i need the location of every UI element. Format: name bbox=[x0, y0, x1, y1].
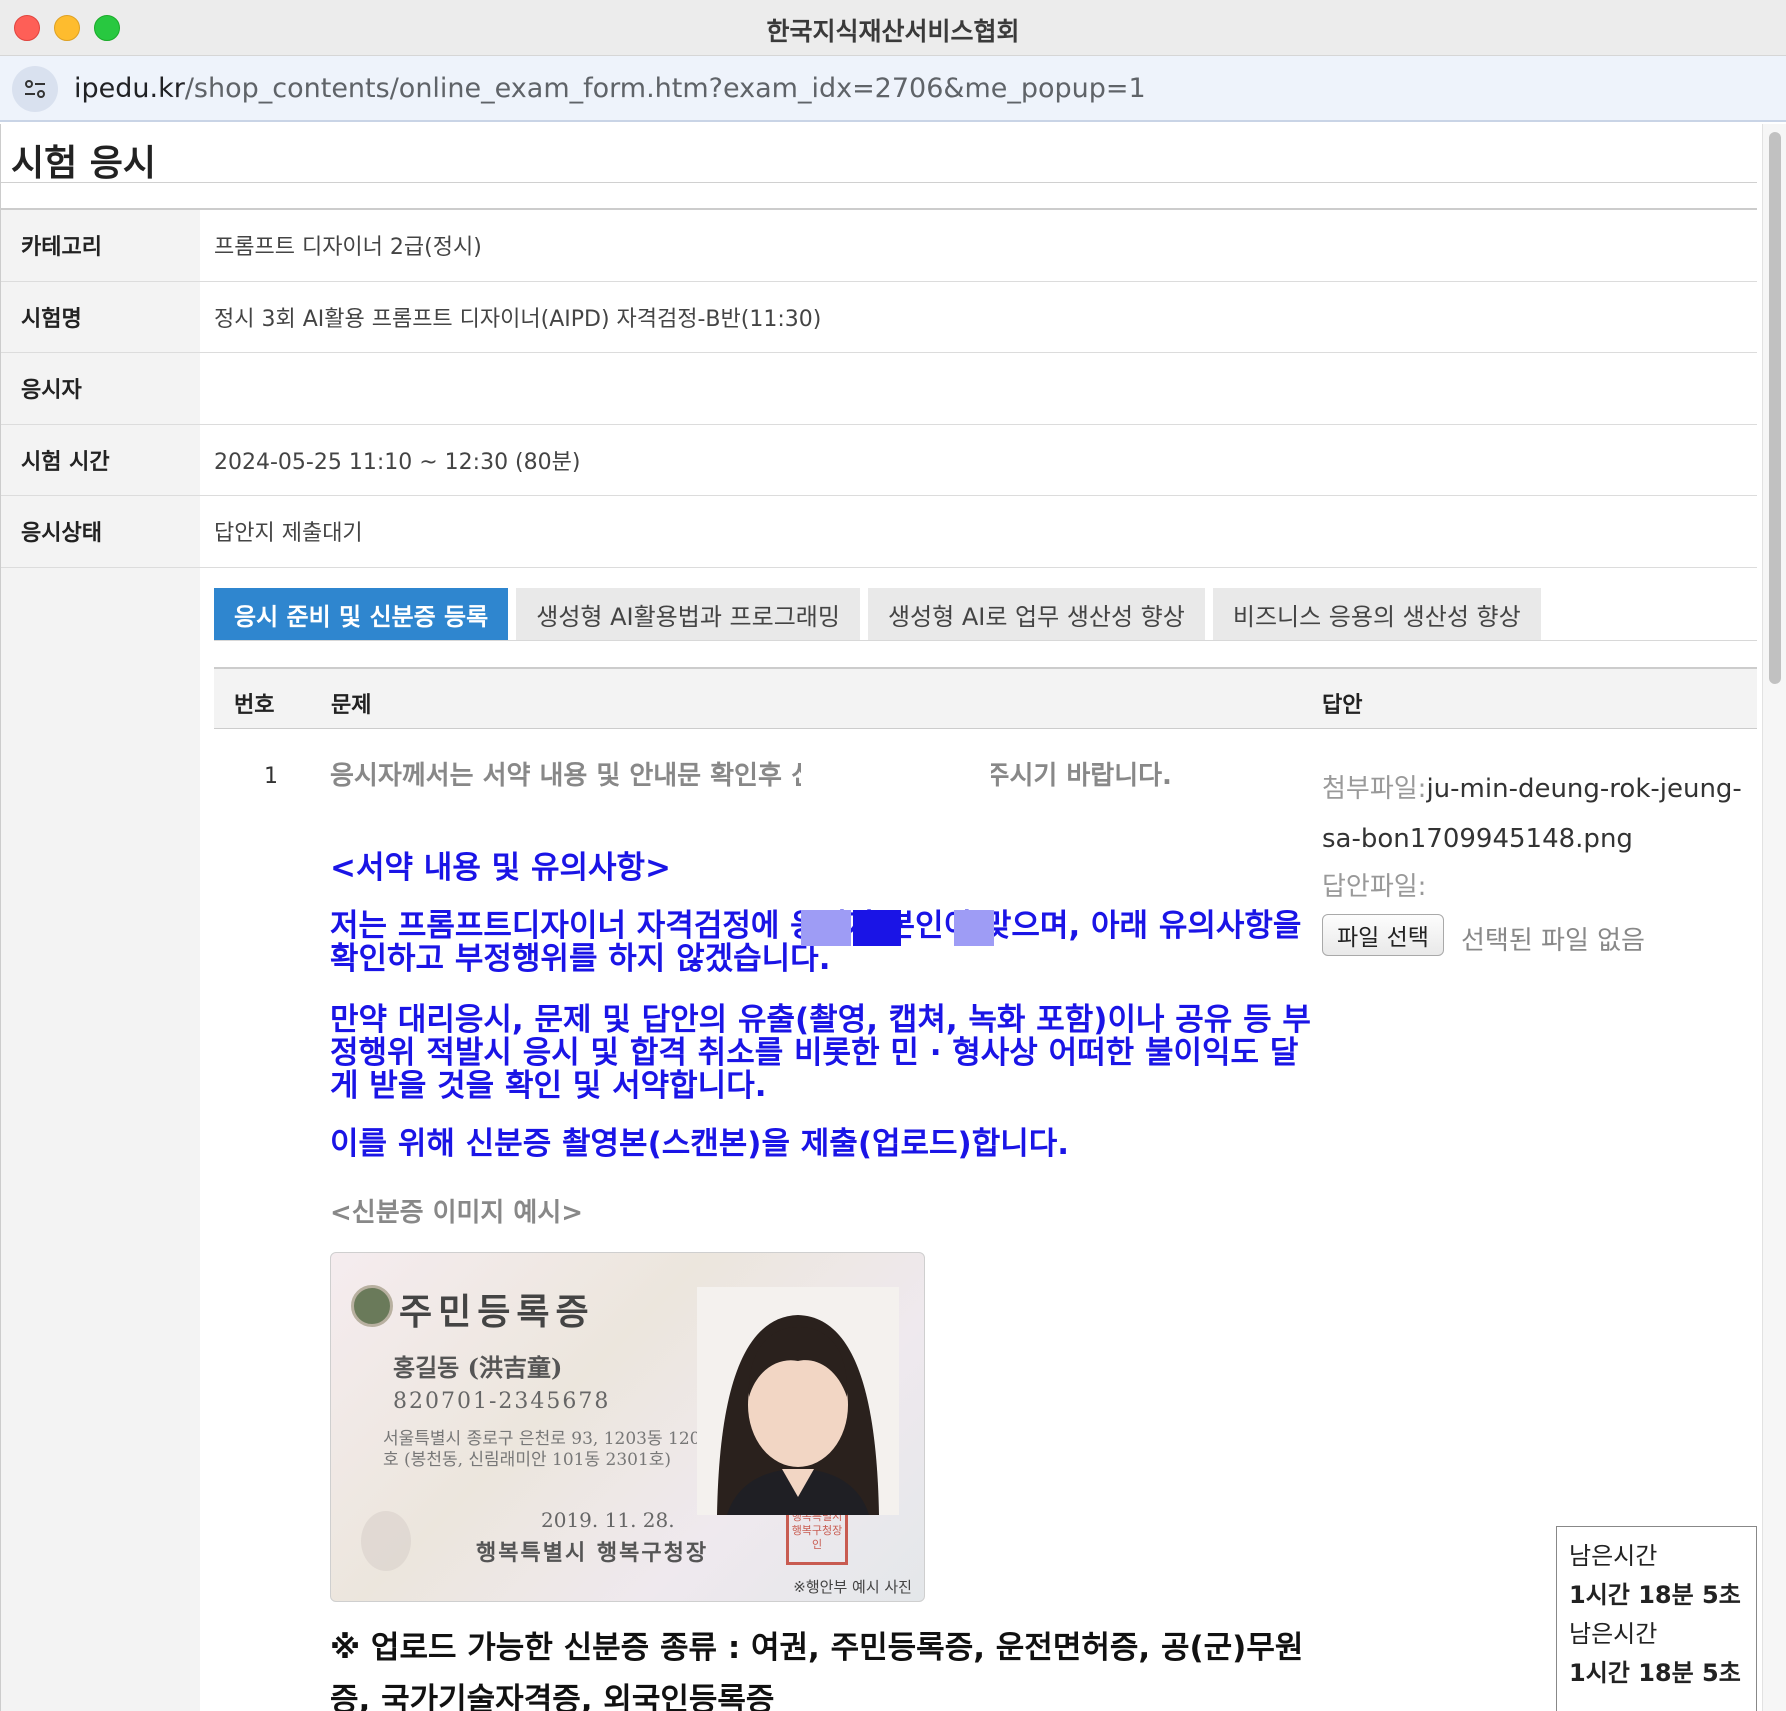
question-table-header: 번호 문제 답안 bbox=[214, 667, 1757, 729]
tab-ai-programming[interactable]: 생성형 AI활용법과 프로그래밍 bbox=[516, 588, 860, 640]
pledge-title: <서약 내용 및 유의사항> bbox=[330, 850, 672, 886]
info-value: 정시 3회 AI활용 프롬프트 디자이너(AIPD) 자격검정-B반(11:30… bbox=[214, 306, 822, 332]
redaction-overlay bbox=[801, 910, 851, 946]
info-value bbox=[200, 353, 1757, 424]
attached-file-label: 첨부파일: bbox=[1322, 774, 1427, 804]
remaining-time-label: 남은시간 bbox=[1569, 1620, 1658, 1648]
remaining-time-label: 남은시간 bbox=[1569, 1542, 1658, 1570]
info-row-examinee: 응시자 bbox=[1, 353, 1757, 425]
id-card-portrait-photo bbox=[697, 1287, 899, 1515]
section-tabs: 응시 준비 및 신분증 등록 생성형 AI활용법과 프로그래밍 생성형 AI로 … bbox=[214, 588, 1541, 640]
title-divider bbox=[1, 182, 1757, 183]
exam-info-table: 카테고리 프롬프트 디자이너 2급(정시) 시험명 정시 3회 AI활용 프롬프… bbox=[1, 208, 1757, 568]
id-card-number: 820701-2345678 bbox=[393, 1389, 611, 1414]
url-path: /shop_contents/online_exam_form.htm?exam… bbox=[184, 73, 1146, 104]
id-card-title: 주민등록증 bbox=[399, 1291, 595, 1333]
page-content: 시험 응시 카테고리 프롬프트 디자이너 2급(정시) 시험명 정시 3회 AI… bbox=[0, 124, 1762, 1711]
info-value: 2024-05-25 11:10 ~ 12:30 (80분) bbox=[214, 449, 581, 475]
remaining-time-value: 1시간 18분 5초 bbox=[1569, 1581, 1741, 1609]
info-label: 카테고리 bbox=[1, 210, 200, 281]
window-titlebar: 한국지식재산서비스협회 bbox=[0, 0, 1786, 56]
id-example-caption: <신분증 이미지 예시> bbox=[330, 1198, 584, 1228]
url-host: ipedu.kr bbox=[74, 73, 185, 104]
site-settings-icon[interactable] bbox=[12, 66, 58, 112]
pledge-paragraph-2: 만약 대리응시, 문제 및 답안의 유출(촬영, 캡쳐, 녹화 포함)이나 공유… bbox=[330, 1002, 1311, 1104]
redaction-overlay bbox=[954, 910, 994, 946]
info-row-status: 응시상태 답안지 제출대기 bbox=[1, 496, 1757, 568]
id-card-note: ※행안부 예시 사진 bbox=[793, 1578, 912, 1596]
no-file-selected-text: 선택된 파일 없음 bbox=[1461, 926, 1645, 956]
header-number: 번호 bbox=[234, 693, 275, 718]
tab-work-productivity[interactable]: 생성형 AI로 업무 생산성 향상 bbox=[867, 588, 1205, 640]
id-card-name: 홍길동 (洪吉童) bbox=[393, 1353, 563, 1382]
tab-business-productivity[interactable]: 비즈니스 응용의 생산성 향상 bbox=[1212, 588, 1541, 640]
info-label: 시험명 bbox=[1, 281, 200, 352]
id-card-example-image: 주민등록증 홍길동 (洪吉童) 820701-2345678 서울특별시 종로구… bbox=[330, 1252, 925, 1602]
answer-file-label: 답안파일: bbox=[1322, 872, 1427, 902]
id-card-hologram-photo bbox=[361, 1511, 411, 1571]
attached-file-info: 첨부파일:ju-min-deung-rok-jeung-sa-bon170994… bbox=[1322, 764, 1742, 864]
tab-id-registration[interactable]: 응시 준비 및 신분증 등록 bbox=[214, 588, 509, 640]
info-label: 응시상태 bbox=[1, 496, 200, 567]
info-row-exam-name: 시험명 정시 3회 AI활용 프롬프트 디자이너(AIPD) 자격검정-B반(1… bbox=[1, 281, 1757, 353]
allowed-id-types: ※ 업로드 가능한 신분증 종류 : 여권, 주민등록증, 운전면허증, 공(군… bbox=[330, 1630, 1304, 1711]
pledge-paragraph-3: 이를 위해 신분증 촬영본(스캔본)을 제출(업로드)합니다. bbox=[330, 1126, 1070, 1162]
page-title: 시험 응시 bbox=[11, 143, 157, 184]
info-value: 답안지 제출대기 bbox=[214, 521, 363, 547]
scrollbar-thumb[interactable] bbox=[1769, 132, 1781, 684]
info-label: 응시자 bbox=[1, 353, 200, 424]
choose-file-button[interactable]: 파일 선택 bbox=[1322, 914, 1444, 956]
address-bar[interactable]: ipedu.kr/shop_contents/online_exam_form.… bbox=[0, 56, 1786, 122]
header-answer: 답안 bbox=[1322, 693, 1363, 718]
redaction-overlay bbox=[801, 754, 991, 800]
info-row-exam-time: 시험 시간 2024-05-25 11:10 ~ 12:30 (80분) bbox=[1, 424, 1757, 496]
left-column-background bbox=[1, 568, 200, 1711]
info-value: 프롬프트 디자이너 2급(정시) bbox=[214, 235, 482, 261]
header-question: 문제 bbox=[331, 693, 372, 718]
id-card-issuer: 행복특별시 행복구청장 bbox=[476, 1540, 709, 1566]
window-title: 한국지식재산서비스협회 bbox=[766, 17, 1020, 46]
redaction-overlay bbox=[853, 910, 901, 946]
page-scrollbar[interactable] bbox=[1762, 124, 1786, 1711]
url-text[interactable]: ipedu.kr/shop_contents/online_exam_form.… bbox=[74, 73, 1146, 104]
info-row-category: 카테고리 프롬프트 디자이너 2급(정시) bbox=[1, 210, 1757, 282]
remaining-time-value: 1시간 18분 5초 bbox=[1569, 1659, 1741, 1687]
id-card-date: 2019. 11. 28. bbox=[541, 1508, 675, 1532]
id-card-address: 서울특별시 종로구 은천로 93, 1203동 1204호 (봉천동, 신림래미… bbox=[383, 1429, 712, 1470]
info-label: 시험 시간 bbox=[1, 424, 200, 495]
tabs-divider bbox=[214, 640, 1757, 641]
remaining-time-box: 남은시간 1시간 18분 5초 남은시간 1시간 18분 5초 bbox=[1556, 1526, 1757, 1711]
question-number: 1 bbox=[264, 764, 278, 789]
government-emblem-icon bbox=[351, 1285, 393, 1327]
